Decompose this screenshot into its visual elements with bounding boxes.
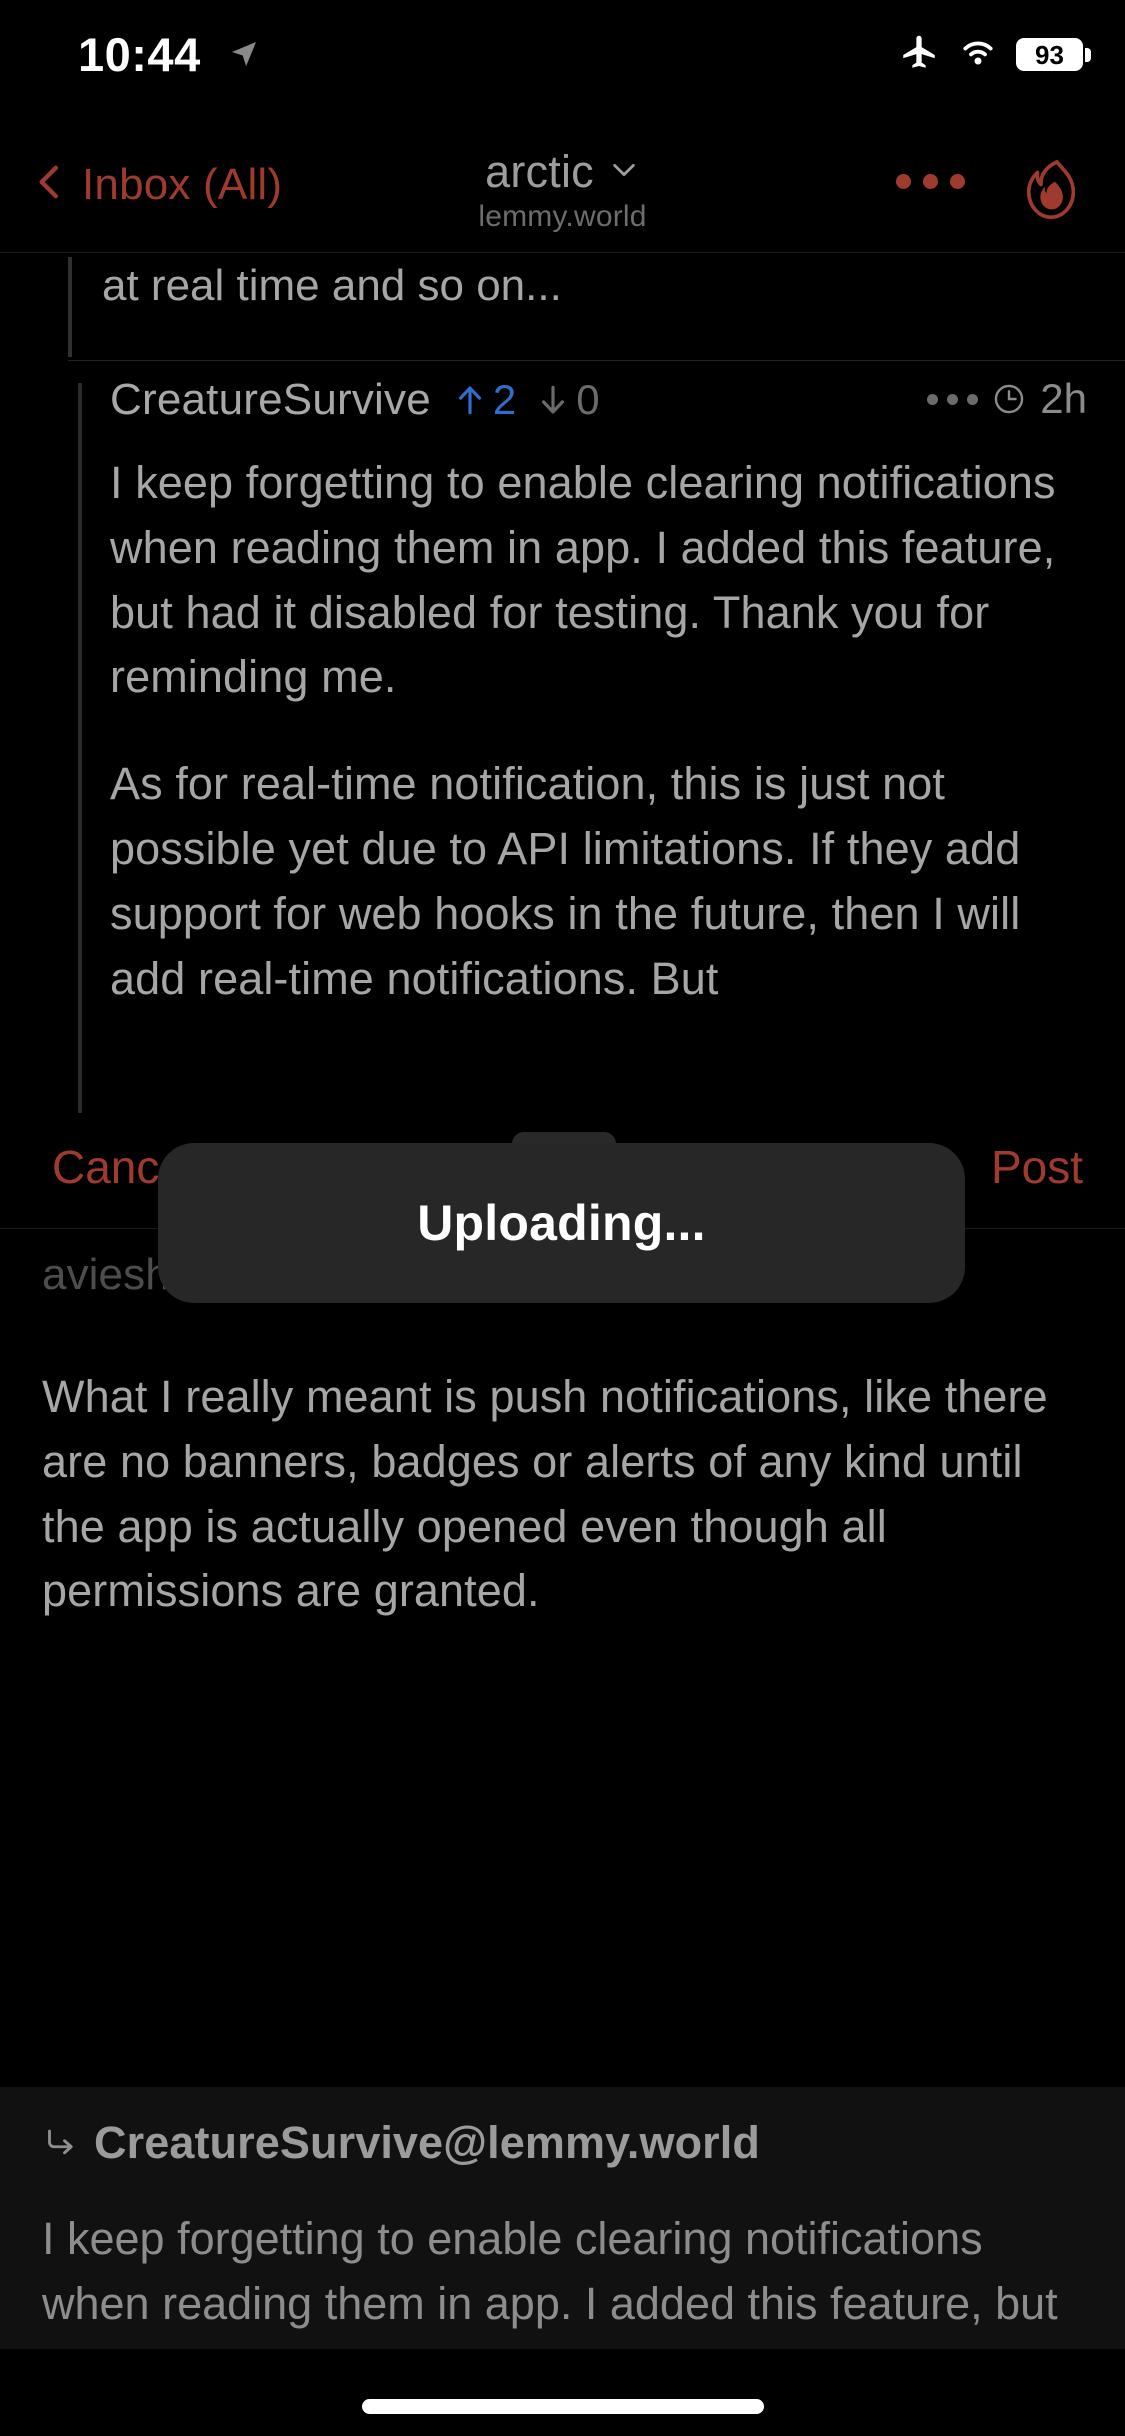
comment-meta: 2h [927, 375, 1087, 423]
status-bar-time: 10:44 [78, 28, 201, 81]
comment-paragraph: I keep forgetting to enable clearing not… [110, 457, 1056, 703]
post-button[interactable]: Post [991, 1140, 1083, 1194]
nav-title-block[interactable]: arctic lemmy.world [0, 146, 1125, 234]
uploading-modal: Uploading... [158, 1143, 965, 1303]
home-indicator[interactable] [361, 2399, 764, 2414]
arrow-down-icon[interactable] [534, 379, 572, 421]
page-subtitle: lemmy.world [478, 200, 647, 233]
comment-header: CreatureSurvive 2 0 2h [110, 361, 1125, 439]
comment-paragraph: As for real-time notification, this is j… [110, 758, 1021, 1004]
location-arrow-icon [228, 38, 260, 70]
comment-score: 2 0 [451, 376, 600, 424]
parent-preview-header: CreatureSurvive@lemmy.world [42, 2117, 760, 2169]
quoted-snippet: at real time and so on... [0, 253, 1125, 360]
ellipsis-dot [967, 393, 979, 405]
comment-age: 2h [1040, 375, 1087, 422]
comment-thread-bar [78, 383, 82, 1113]
ellipsis-icon[interactable] [927, 393, 979, 405]
reply-arrow-icon [42, 2125, 78, 2161]
phone-screen: 10:44 93 Inbox (All) arctic lemmy.world … [0, 0, 1125, 2436]
page-title: arctic [485, 146, 594, 197]
ellipsis-dot [950, 174, 965, 189]
clock-icon [992, 382, 1026, 416]
flame-icon[interactable] [1021, 158, 1083, 224]
downvote-count: 0 [576, 376, 600, 423]
wifi-icon [956, 30, 1000, 79]
ellipsis-dot [927, 393, 939, 405]
battery-tip [1085, 48, 1091, 62]
ellipsis-dot [896, 174, 911, 189]
comment-body: I keep forgetting to enable clearing not… [110, 439, 1125, 1011]
community-selector[interactable]: arctic [485, 146, 640, 198]
parent-preview-body: I keep forgetting to enable clearing not… [42, 2213, 1058, 2349]
parent-preview-user: CreatureSurvive@lemmy.world [94, 2117, 760, 2168]
thread-scroll-area[interactable]: at real time and so on... CreatureSurviv… [0, 253, 1125, 1118]
chevron-down-icon [608, 154, 640, 191]
comment-author[interactable]: CreatureSurvive [110, 375, 431, 425]
arrow-up-icon[interactable] [451, 379, 489, 421]
parent-comment-preview[interactable]: CreatureSurvive@lemmy.world I keep forge… [0, 2087, 1125, 2349]
airplane-mode-icon [898, 31, 940, 78]
status-bar-indicators: 93 [898, 30, 1091, 79]
nav-more-button[interactable] [896, 174, 965, 189]
compose-editor[interactable]: avieshek@lemmy.world What I really meant… [0, 1228, 1125, 2087]
battery-percent: 93 [1035, 39, 1064, 70]
ellipsis-dot [947, 393, 959, 405]
battery-indicator: 93 [1016, 38, 1091, 71]
upvote-count: 2 [492, 376, 517, 423]
quoted-snippet-text: at real time and so on... [102, 261, 562, 310]
uploading-label: Uploading... [417, 1195, 706, 1251]
compose-textarea[interactable]: What I really meant is push notification… [42, 1365, 1083, 1624]
status-bar: 10:44 93 [0, 0, 1125, 132]
ellipsis-dot [923, 174, 938, 189]
nav-bar: Inbox (All) arctic lemmy.world [0, 132, 1125, 252]
